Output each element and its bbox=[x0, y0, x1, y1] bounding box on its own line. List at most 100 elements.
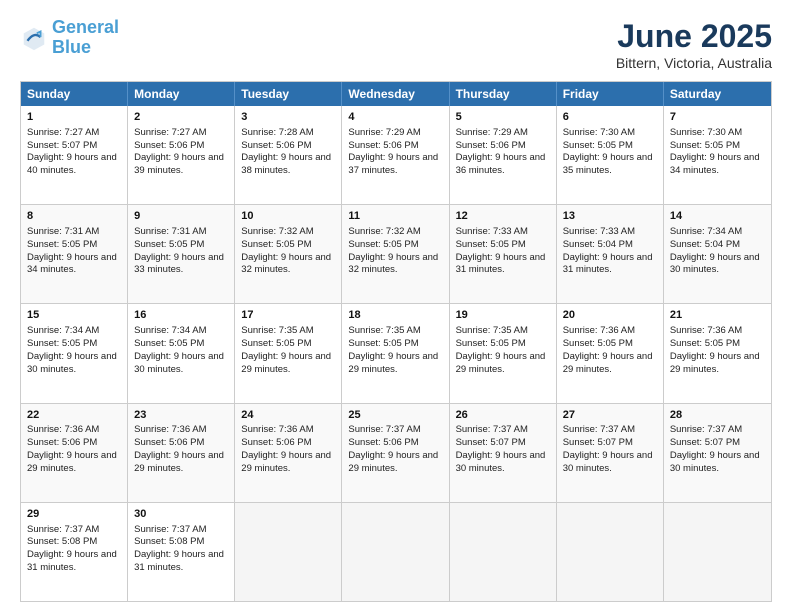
calendar-cell-empty-4-2 bbox=[235, 503, 342, 601]
sunrise: Sunrise: 7:34 AM bbox=[27, 325, 99, 336]
day-number: 5 bbox=[456, 110, 550, 125]
daylight: Daylight: 9 hours and 30 minutes. bbox=[670, 252, 760, 276]
calendar-cell-empty-4-6 bbox=[664, 503, 771, 601]
month-title: June 2025 bbox=[616, 18, 772, 55]
sunrise: Sunrise: 7:33 AM bbox=[456, 226, 528, 237]
sunset: Sunset: 5:06 PM bbox=[134, 437, 204, 448]
sunset: Sunset: 5:05 PM bbox=[348, 338, 418, 349]
sunrise: Sunrise: 7:28 AM bbox=[241, 127, 313, 138]
calendar-row-1: 1 Sunrise: 7:27 AM Sunset: 5:07 PM Dayli… bbox=[21, 106, 771, 204]
sunrise: Sunrise: 7:36 AM bbox=[134, 424, 206, 435]
day-number: 20 bbox=[563, 308, 657, 323]
calendar-cell-day-13: 13 Sunrise: 7:33 AM Sunset: 5:04 PM Dayl… bbox=[557, 205, 664, 303]
sunset: Sunset: 5:05 PM bbox=[241, 239, 311, 250]
daylight: Daylight: 9 hours and 29 minutes. bbox=[134, 450, 224, 474]
sunrise: Sunrise: 7:32 AM bbox=[348, 226, 420, 237]
calendar-cell-day-2: 2 Sunrise: 7:27 AM Sunset: 5:06 PM Dayli… bbox=[128, 106, 235, 204]
sunrise: Sunrise: 7:29 AM bbox=[348, 127, 420, 138]
sunrise: Sunrise: 7:31 AM bbox=[134, 226, 206, 237]
calendar-cell-day-19: 19 Sunrise: 7:35 AM Sunset: 5:05 PM Dayl… bbox=[450, 304, 557, 402]
sunrise: Sunrise: 7:33 AM bbox=[563, 226, 635, 237]
daylight: Daylight: 9 hours and 29 minutes. bbox=[348, 450, 438, 474]
daylight: Daylight: 9 hours and 30 minutes. bbox=[563, 450, 653, 474]
calendar-cell-day-26: 26 Sunrise: 7:37 AM Sunset: 5:07 PM Dayl… bbox=[450, 404, 557, 502]
header-wednesday: Wednesday bbox=[342, 82, 449, 106]
sunset: Sunset: 5:07 PM bbox=[27, 140, 97, 151]
daylight: Daylight: 9 hours and 29 minutes. bbox=[348, 351, 438, 375]
calendar-row-5: 29 Sunrise: 7:37 AM Sunset: 5:08 PM Dayl… bbox=[21, 502, 771, 601]
sunset: Sunset: 5:05 PM bbox=[563, 338, 633, 349]
daylight: Daylight: 9 hours and 30 minutes. bbox=[456, 450, 546, 474]
sunrise: Sunrise: 7:37 AM bbox=[27, 524, 99, 535]
calendar-body: 1 Sunrise: 7:27 AM Sunset: 5:07 PM Dayli… bbox=[21, 106, 771, 601]
day-number: 13 bbox=[563, 209, 657, 224]
sunrise: Sunrise: 7:37 AM bbox=[348, 424, 420, 435]
sunrise: Sunrise: 7:36 AM bbox=[27, 424, 99, 435]
day-number: 18 bbox=[348, 308, 442, 323]
sunrise: Sunrise: 7:35 AM bbox=[241, 325, 313, 336]
logo: General Blue bbox=[20, 18, 119, 58]
sunrise: Sunrise: 7:35 AM bbox=[348, 325, 420, 336]
calendar-cell-day-15: 15 Sunrise: 7:34 AM Sunset: 5:05 PM Dayl… bbox=[21, 304, 128, 402]
calendar-cell-day-11: 11 Sunrise: 7:32 AM Sunset: 5:05 PM Dayl… bbox=[342, 205, 449, 303]
calendar-cell-day-7: 7 Sunrise: 7:30 AM Sunset: 5:05 PM Dayli… bbox=[664, 106, 771, 204]
sunset: Sunset: 5:04 PM bbox=[670, 239, 740, 250]
sunset: Sunset: 5:05 PM bbox=[348, 239, 418, 250]
day-number: 9 bbox=[134, 209, 228, 224]
daylight: Daylight: 9 hours and 40 minutes. bbox=[27, 152, 117, 176]
daylight: Daylight: 9 hours and 35 minutes. bbox=[563, 152, 653, 176]
sunrise: Sunrise: 7:27 AM bbox=[27, 127, 99, 138]
calendar-row-2: 8 Sunrise: 7:31 AM Sunset: 5:05 PM Dayli… bbox=[21, 204, 771, 303]
sunset: Sunset: 5:05 PM bbox=[670, 338, 740, 349]
daylight: Daylight: 9 hours and 29 minutes. bbox=[563, 351, 653, 375]
calendar-cell-day-17: 17 Sunrise: 7:35 AM Sunset: 5:05 PM Dayl… bbox=[235, 304, 342, 402]
sunrise: Sunrise: 7:37 AM bbox=[456, 424, 528, 435]
sunrise: Sunrise: 7:34 AM bbox=[134, 325, 206, 336]
daylight: Daylight: 9 hours and 39 minutes. bbox=[134, 152, 224, 176]
calendar-cell-day-30: 30 Sunrise: 7:37 AM Sunset: 5:08 PM Dayl… bbox=[128, 503, 235, 601]
sunset: Sunset: 5:08 PM bbox=[27, 536, 97, 547]
logo-icon bbox=[20, 24, 48, 52]
header-friday: Friday bbox=[557, 82, 664, 106]
calendar-cell-day-1: 1 Sunrise: 7:27 AM Sunset: 5:07 PM Dayli… bbox=[21, 106, 128, 204]
calendar-cell-day-27: 27 Sunrise: 7:37 AM Sunset: 5:07 PM Dayl… bbox=[557, 404, 664, 502]
header-monday: Monday bbox=[128, 82, 235, 106]
day-number: 3 bbox=[241, 110, 335, 125]
sunrise: Sunrise: 7:31 AM bbox=[27, 226, 99, 237]
calendar-row-4: 22 Sunrise: 7:36 AM Sunset: 5:06 PM Dayl… bbox=[21, 403, 771, 502]
calendar-cell-day-6: 6 Sunrise: 7:30 AM Sunset: 5:05 PM Dayli… bbox=[557, 106, 664, 204]
daylight: Daylight: 9 hours and 30 minutes. bbox=[27, 351, 117, 375]
daylight: Daylight: 9 hours and 31 minutes. bbox=[456, 252, 546, 276]
calendar-cell-day-10: 10 Sunrise: 7:32 AM Sunset: 5:05 PM Dayl… bbox=[235, 205, 342, 303]
sunrise: Sunrise: 7:30 AM bbox=[670, 127, 742, 138]
day-number: 12 bbox=[456, 209, 550, 224]
daylight: Daylight: 9 hours and 34 minutes. bbox=[27, 252, 117, 276]
calendar-cell-day-29: 29 Sunrise: 7:37 AM Sunset: 5:08 PM Dayl… bbox=[21, 503, 128, 601]
daylight: Daylight: 9 hours and 38 minutes. bbox=[241, 152, 331, 176]
daylight: Daylight: 9 hours and 31 minutes. bbox=[27, 549, 117, 573]
day-number: 28 bbox=[670, 408, 765, 423]
sunset: Sunset: 5:05 PM bbox=[27, 239, 97, 250]
day-number: 6 bbox=[563, 110, 657, 125]
logo-text: General Blue bbox=[52, 18, 119, 58]
calendar-cell-day-4: 4 Sunrise: 7:29 AM Sunset: 5:06 PM Dayli… bbox=[342, 106, 449, 204]
calendar-cell-day-20: 20 Sunrise: 7:36 AM Sunset: 5:05 PM Dayl… bbox=[557, 304, 664, 402]
sunset: Sunset: 5:05 PM bbox=[670, 140, 740, 151]
sunset: Sunset: 5:07 PM bbox=[456, 437, 526, 448]
sunset: Sunset: 5:05 PM bbox=[241, 338, 311, 349]
calendar-cell-day-23: 23 Sunrise: 7:36 AM Sunset: 5:06 PM Dayl… bbox=[128, 404, 235, 502]
day-number: 4 bbox=[348, 110, 442, 125]
calendar-cell-day-8: 8 Sunrise: 7:31 AM Sunset: 5:05 PM Dayli… bbox=[21, 205, 128, 303]
sunset: Sunset: 5:06 PM bbox=[241, 140, 311, 151]
sunset: Sunset: 5:06 PM bbox=[241, 437, 311, 448]
sunset: Sunset: 5:06 PM bbox=[134, 140, 204, 151]
calendar-cell-day-5: 5 Sunrise: 7:29 AM Sunset: 5:06 PM Dayli… bbox=[450, 106, 557, 204]
logo-general: General bbox=[52, 17, 119, 37]
sunrise: Sunrise: 7:35 AM bbox=[456, 325, 528, 336]
day-number: 7 bbox=[670, 110, 765, 125]
calendar-cell-empty-4-5 bbox=[557, 503, 664, 601]
calendar-cell-day-16: 16 Sunrise: 7:34 AM Sunset: 5:05 PM Dayl… bbox=[128, 304, 235, 402]
daylight: Daylight: 9 hours and 36 minutes. bbox=[456, 152, 546, 176]
day-number: 15 bbox=[27, 308, 121, 323]
sunrise: Sunrise: 7:36 AM bbox=[670, 325, 742, 336]
